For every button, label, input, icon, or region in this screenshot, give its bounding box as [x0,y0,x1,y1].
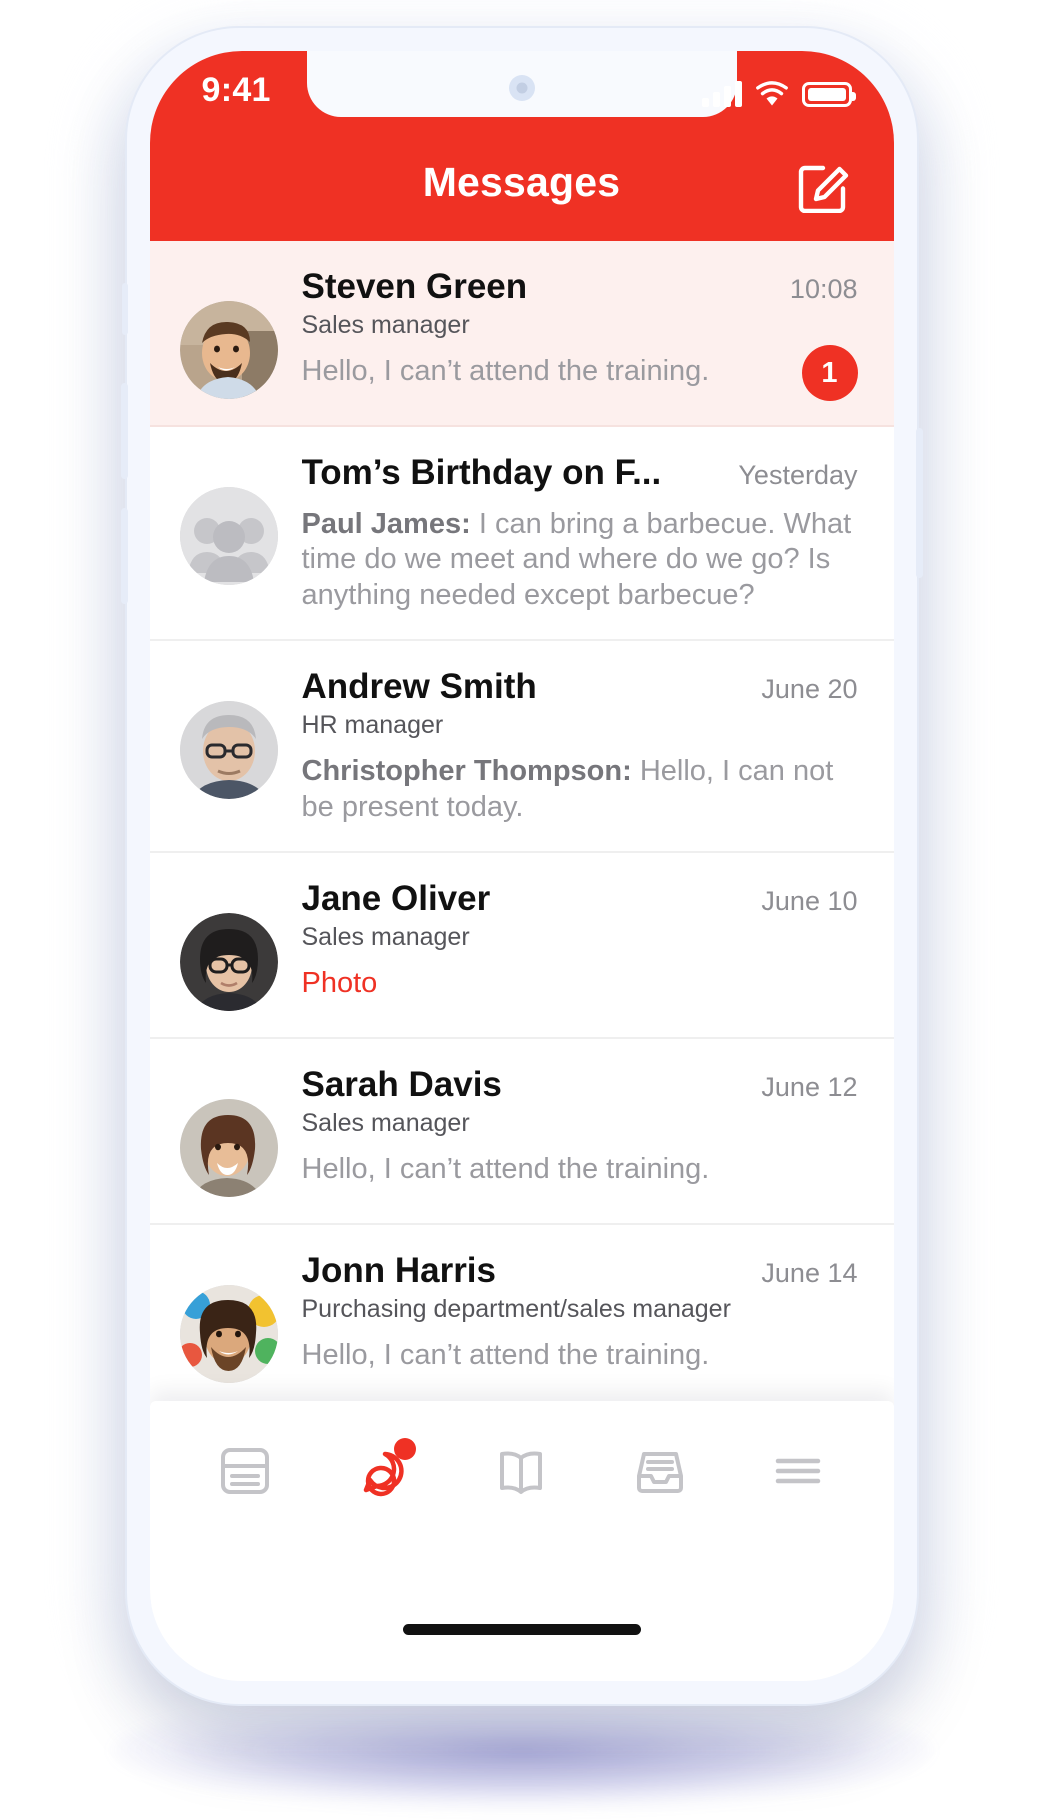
cellular-signal-icon [701,81,742,107]
conversation-name: Jonn Harris [301,1250,497,1290]
phone-device: 9:41 Messages Steven Green 10:08 Sales m… [120,28,923,1704]
avatar [179,301,278,399]
preview-sender: Christopher Thompson: [301,755,632,788]
avatar [179,912,278,1011]
conversation-time: June 10 [761,885,858,916]
power-button[interactable] [915,428,923,578]
status-bar-icons [701,73,856,107]
avatar [179,487,278,585]
conversation-preview: Hello, I can’t attend the training. [301,1338,710,1371]
avatar [179,1284,278,1383]
conversation-time: Yesterday [738,460,858,490]
conversation-preview: Hello, I can’t attend the training. [301,355,710,387]
conversation-row[interactable]: Sarah Davis June 12 Sales manager Hello,… [149,1038,894,1225]
wifi-icon [755,81,788,106]
page-title: Messages [422,159,621,205]
notification-dot [394,1438,417,1460]
conversation-row[interactable]: Steven Green 10:08 Sales manager Hello, … [149,241,894,427]
conversation-name: Tom’s Birthday on F... [301,453,662,492]
home-indicator[interactable] [402,1624,641,1635]
conversation-role: Sales manager [301,1108,470,1137]
screenshot-stage: 9:41 Messages Steven Green 10:08 Sales m… [0,0,1043,1820]
conversation-row[interactable]: Tom’s Birthday on F... Yesterday Paul Ja… [149,427,894,642]
conversation-name: Andrew Smith [301,667,537,707]
device-notch [306,51,737,117]
conversation-role: Sales manager [301,922,470,951]
news-feed-icon [220,1448,269,1494]
conversation-content: Tom’s Birthday on F... Yesterday Paul Ja… [278,453,858,613]
conversation-row[interactable]: Jonn Harris June 14 Purchasing departmen… [149,1224,894,1401]
tab-menu[interactable] [759,1436,837,1506]
tab-news-feed[interactable] [206,1436,284,1506]
conversation-content: Jane Oliver June 10 Sales manager Photo [278,879,858,1011]
conversation-list[interactable]: Steven Green 10:08 Sales manager Hello, … [149,241,894,1401]
hamburger-menu-icon [776,1458,821,1484]
bottom-tab-bar [149,1401,894,1681]
conversation-row[interactable]: Jane Oliver June 10 Sales manager Photo [149,852,894,1039]
conversation-content: Sarah Davis June 12 Sales manager Hello,… [278,1065,858,1197]
conversation-row[interactable]: Andrew Smith June 20 HR manager Christop… [149,641,894,853]
volume-down-button[interactable] [120,508,128,604]
avatar [179,701,278,800]
unread-badge: 1 [801,345,858,401]
battery-full-icon [801,82,856,107]
tab-library[interactable] [482,1436,560,1506]
conversation-time: June 12 [761,1071,858,1102]
conversation-content: Andrew Smith June 20 HR manager Christop… [278,667,858,825]
conversation-content: Steven Green 10:08 Sales manager Hello, … [278,267,858,399]
avatar [179,1098,278,1197]
conversation-role: Sales manager [301,311,470,339]
conversation-content: Jonn Harris June 14 Purchasing departmen… [278,1251,858,1383]
conversation-role: HR manager [301,711,444,740]
conversation-preview-attachment: Photo [301,966,378,999]
conversation-name: Sarah Davis [301,1064,502,1104]
status-bar-time: 9:41 [201,71,271,109]
front-camera-icon [508,75,535,101]
conversation-name: Steven Green [301,267,528,306]
silent-switch[interactable] [121,283,128,335]
conversation-time: June 20 [761,674,858,705]
conversation-name: Jane Oliver [301,878,491,918]
conversation-time: 10:08 [789,274,858,304]
conversation-preview: Christopher Thompson: Hello, I can not b… [302,754,858,825]
tab-messages[interactable] [344,1436,422,1506]
conversation-preview: Paul James: I can bring a barbecue. What… [302,507,858,613]
book-icon [500,1451,543,1494]
phone-screen: 9:41 Messages Steven Green 10:08 Sales m… [149,51,894,1681]
tab-inbox[interactable] [621,1436,699,1506]
inbox-tray-icon [636,1452,683,1493]
conversation-preview: Hello, I can’t attend the training. [301,1152,710,1185]
app-header: 9:41 Messages [149,51,894,241]
conversation-time: June 14 [761,1257,858,1288]
volume-up-button[interactable] [120,383,128,479]
preview-sender: Paul James: [301,508,471,540]
compose-icon[interactable] [798,159,852,213]
conversation-role: Purchasing department/sales manager [301,1294,731,1323]
